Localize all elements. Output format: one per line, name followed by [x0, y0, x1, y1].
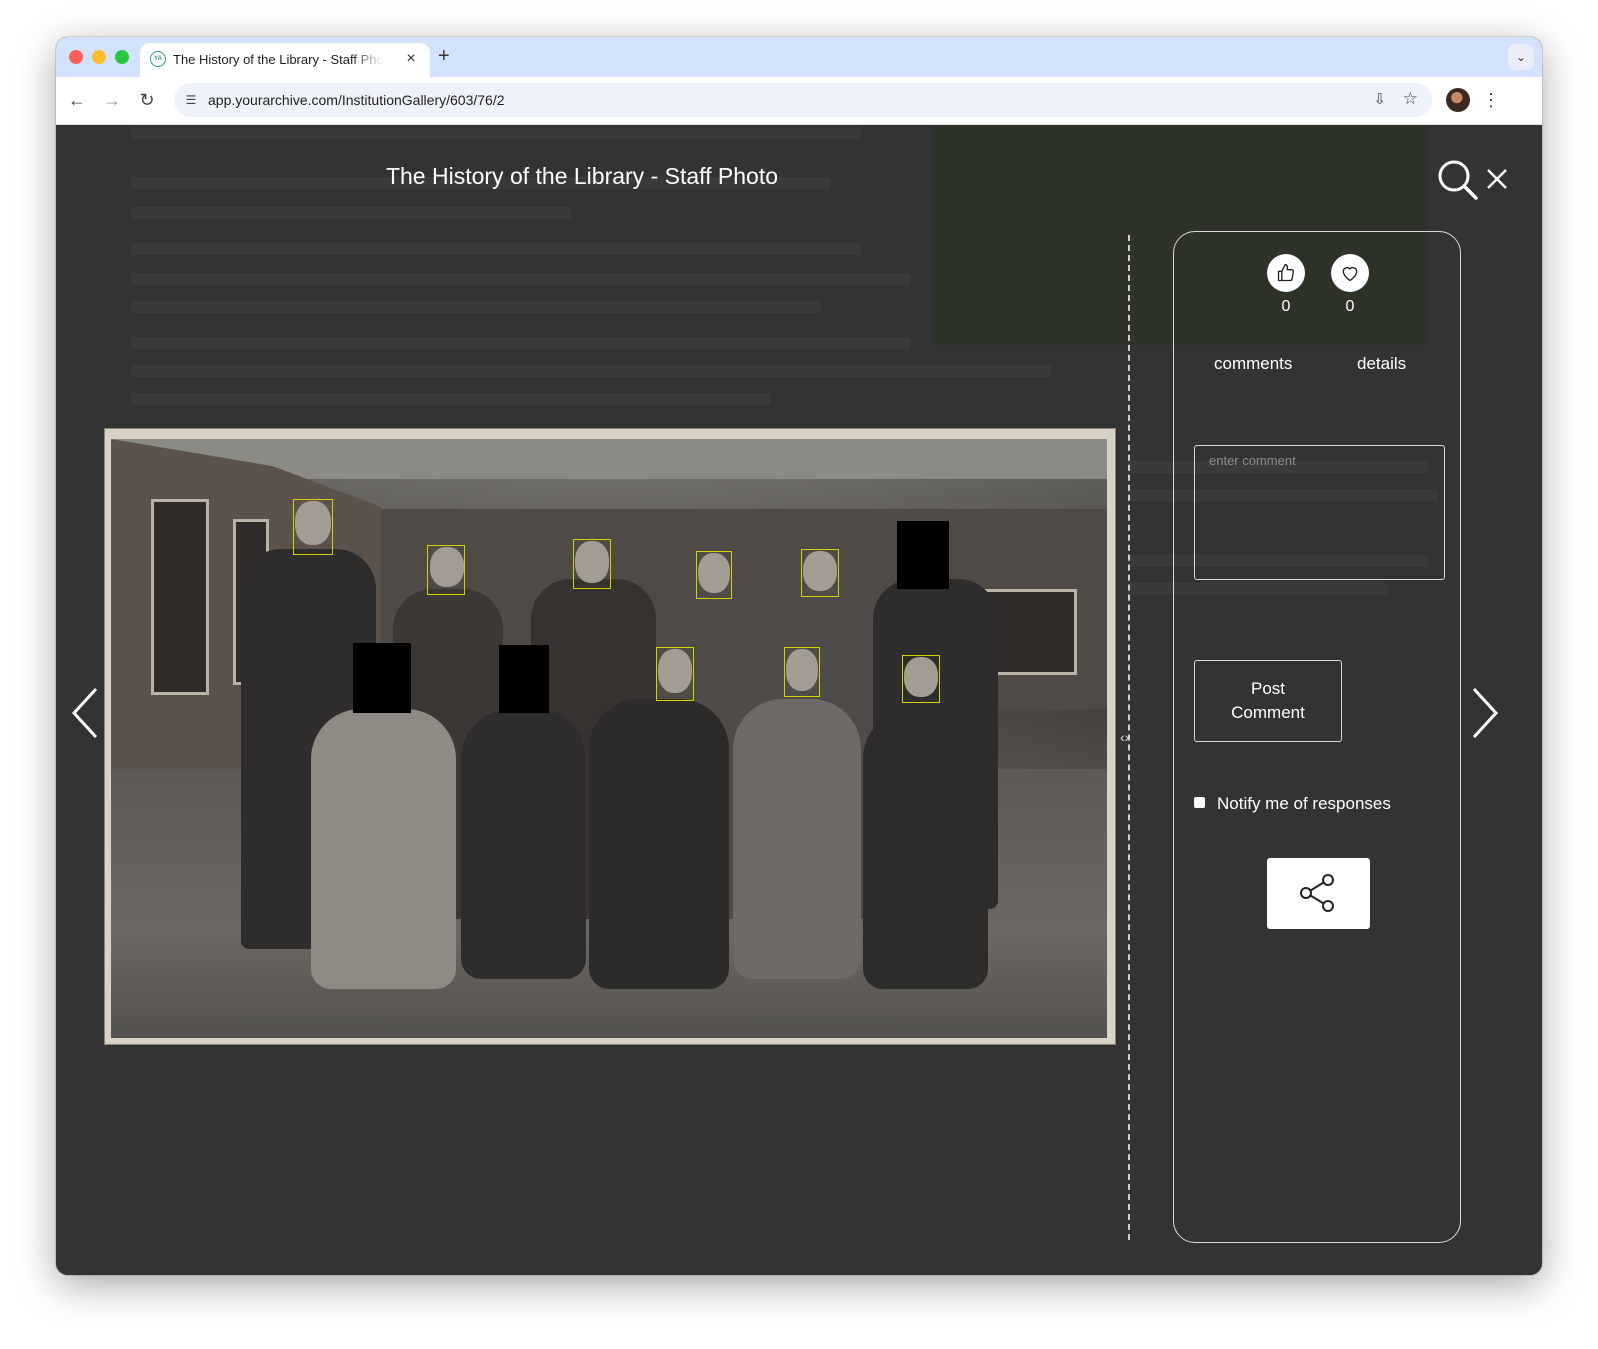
address-bar[interactable]: ☰ app.yourarchive.com/InstitutionGallery… — [174, 83, 1432, 117]
comments-panel: 0 0 comments details Post Comment Notify… — [1173, 231, 1461, 1243]
chevron-left-icon[interactable] — [68, 685, 102, 741]
comment-input[interactable] — [1194, 445, 1445, 580]
site-favicon-icon: YA — [150, 51, 166, 67]
chevron-right-icon[interactable] — [1468, 685, 1502, 741]
site-settings-icon[interactable]: ☰ — [182, 91, 200, 109]
lightbox-title: The History of the Library - Staff Photo — [385, 163, 779, 189]
thumbs-up-icon — [1277, 264, 1295, 282]
favourite-count: 0 — [1345, 298, 1355, 315]
staff-photo[interactable] — [111, 439, 1107, 1038]
face-tag-box[interactable] — [427, 545, 465, 595]
photo-person — [461, 709, 586, 979]
redacted-face — [353, 643, 411, 713]
face-tag-box[interactable] — [801, 549, 839, 597]
photo-person — [311, 709, 456, 989]
redacted-face — [499, 645, 549, 713]
background-text-line — [131, 127, 861, 139]
face-tag-box[interactable] — [293, 499, 333, 555]
search-icon[interactable] — [1436, 158, 1480, 202]
maximize-window-button[interactable] — [115, 50, 129, 64]
browser-toolbar: ← → ↻ ☰ app.yourarchive.com/InstitutionG… — [56, 77, 1542, 125]
tab-comments[interactable]: comments — [1214, 354, 1292, 374]
resize-handle-icon[interactable]: ‹› — [1120, 729, 1129, 745]
close-window-button[interactable] — [69, 50, 83, 64]
post-comment-button[interactable]: Post Comment — [1194, 660, 1342, 742]
browser-menu-icon[interactable]: ⋮ — [1481, 87, 1501, 113]
lightbox-overlay: The History of the Library - Staff Photo — [56, 125, 1542, 1275]
photo-window — [151, 499, 209, 695]
background-text-line — [131, 365, 1051, 377]
background-text-line — [131, 243, 861, 255]
heart-icon — [1342, 266, 1358, 282]
background-text-line — [131, 301, 821, 313]
background-text-line — [131, 337, 911, 349]
favourite-button[interactable] — [1331, 254, 1369, 292]
tab-details[interactable]: details — [1357, 354, 1406, 374]
notify-label: Notify me of responses — [1217, 794, 1391, 813]
face-tag-box[interactable] — [784, 647, 820, 697]
photo-person — [863, 709, 988, 989]
install-app-icon[interactable]: ⇩ — [1373, 90, 1386, 108]
face-tag-box[interactable] — [696, 551, 732, 599]
face-tag-box[interactable] — [573, 539, 611, 589]
bookmark-star-icon[interactable]: ☆ — [1403, 89, 1418, 109]
redacted-face — [897, 521, 949, 589]
tab-close-icon[interactable]: × — [402, 50, 420, 68]
minimize-window-button[interactable] — [92, 50, 106, 64]
tab-strip: YA The History of the Library - Staff Ph… — [56, 37, 1542, 77]
background-text-line — [131, 273, 911, 285]
share-icon — [1300, 874, 1334, 912]
profile-avatar[interactable] — [1446, 88, 1470, 112]
back-arrow-icon[interactable]: ← — [66, 89, 88, 111]
reload-icon[interactable]: ↻ — [136, 89, 158, 111]
close-icon[interactable] — [1484, 166, 1510, 192]
face-tag-box[interactable] — [656, 647, 694, 701]
forward-arrow-icon[interactable]: → — [101, 89, 123, 111]
notify-checkbox[interactable] — [1194, 797, 1205, 808]
new-tab-button[interactable]: + — [438, 46, 450, 66]
background-text-line — [131, 207, 571, 219]
like-button[interactable] — [1267, 254, 1305, 292]
photo-person — [733, 699, 861, 979]
face-tag-box[interactable] — [902, 655, 940, 703]
like-count: 0 — [1281, 298, 1291, 315]
url-text[interactable]: app.yourarchive.com/InstitutionGallery/6… — [208, 92, 505, 108]
photo-person — [589, 699, 729, 989]
share-button[interactable] — [1267, 858, 1370, 929]
background-text-line — [131, 393, 771, 405]
photo-frame — [105, 429, 1115, 1044]
tab-title: The History of the Library - Staff Photo — [173, 52, 383, 67]
browser-window: YA The History of the Library - Staff Ph… — [56, 37, 1542, 1275]
tab-search-chevron-icon[interactable]: ⌄ — [1508, 44, 1534, 70]
browser-tab-active[interactable]: YA The History of the Library - Staff Ph… — [140, 43, 430, 77]
